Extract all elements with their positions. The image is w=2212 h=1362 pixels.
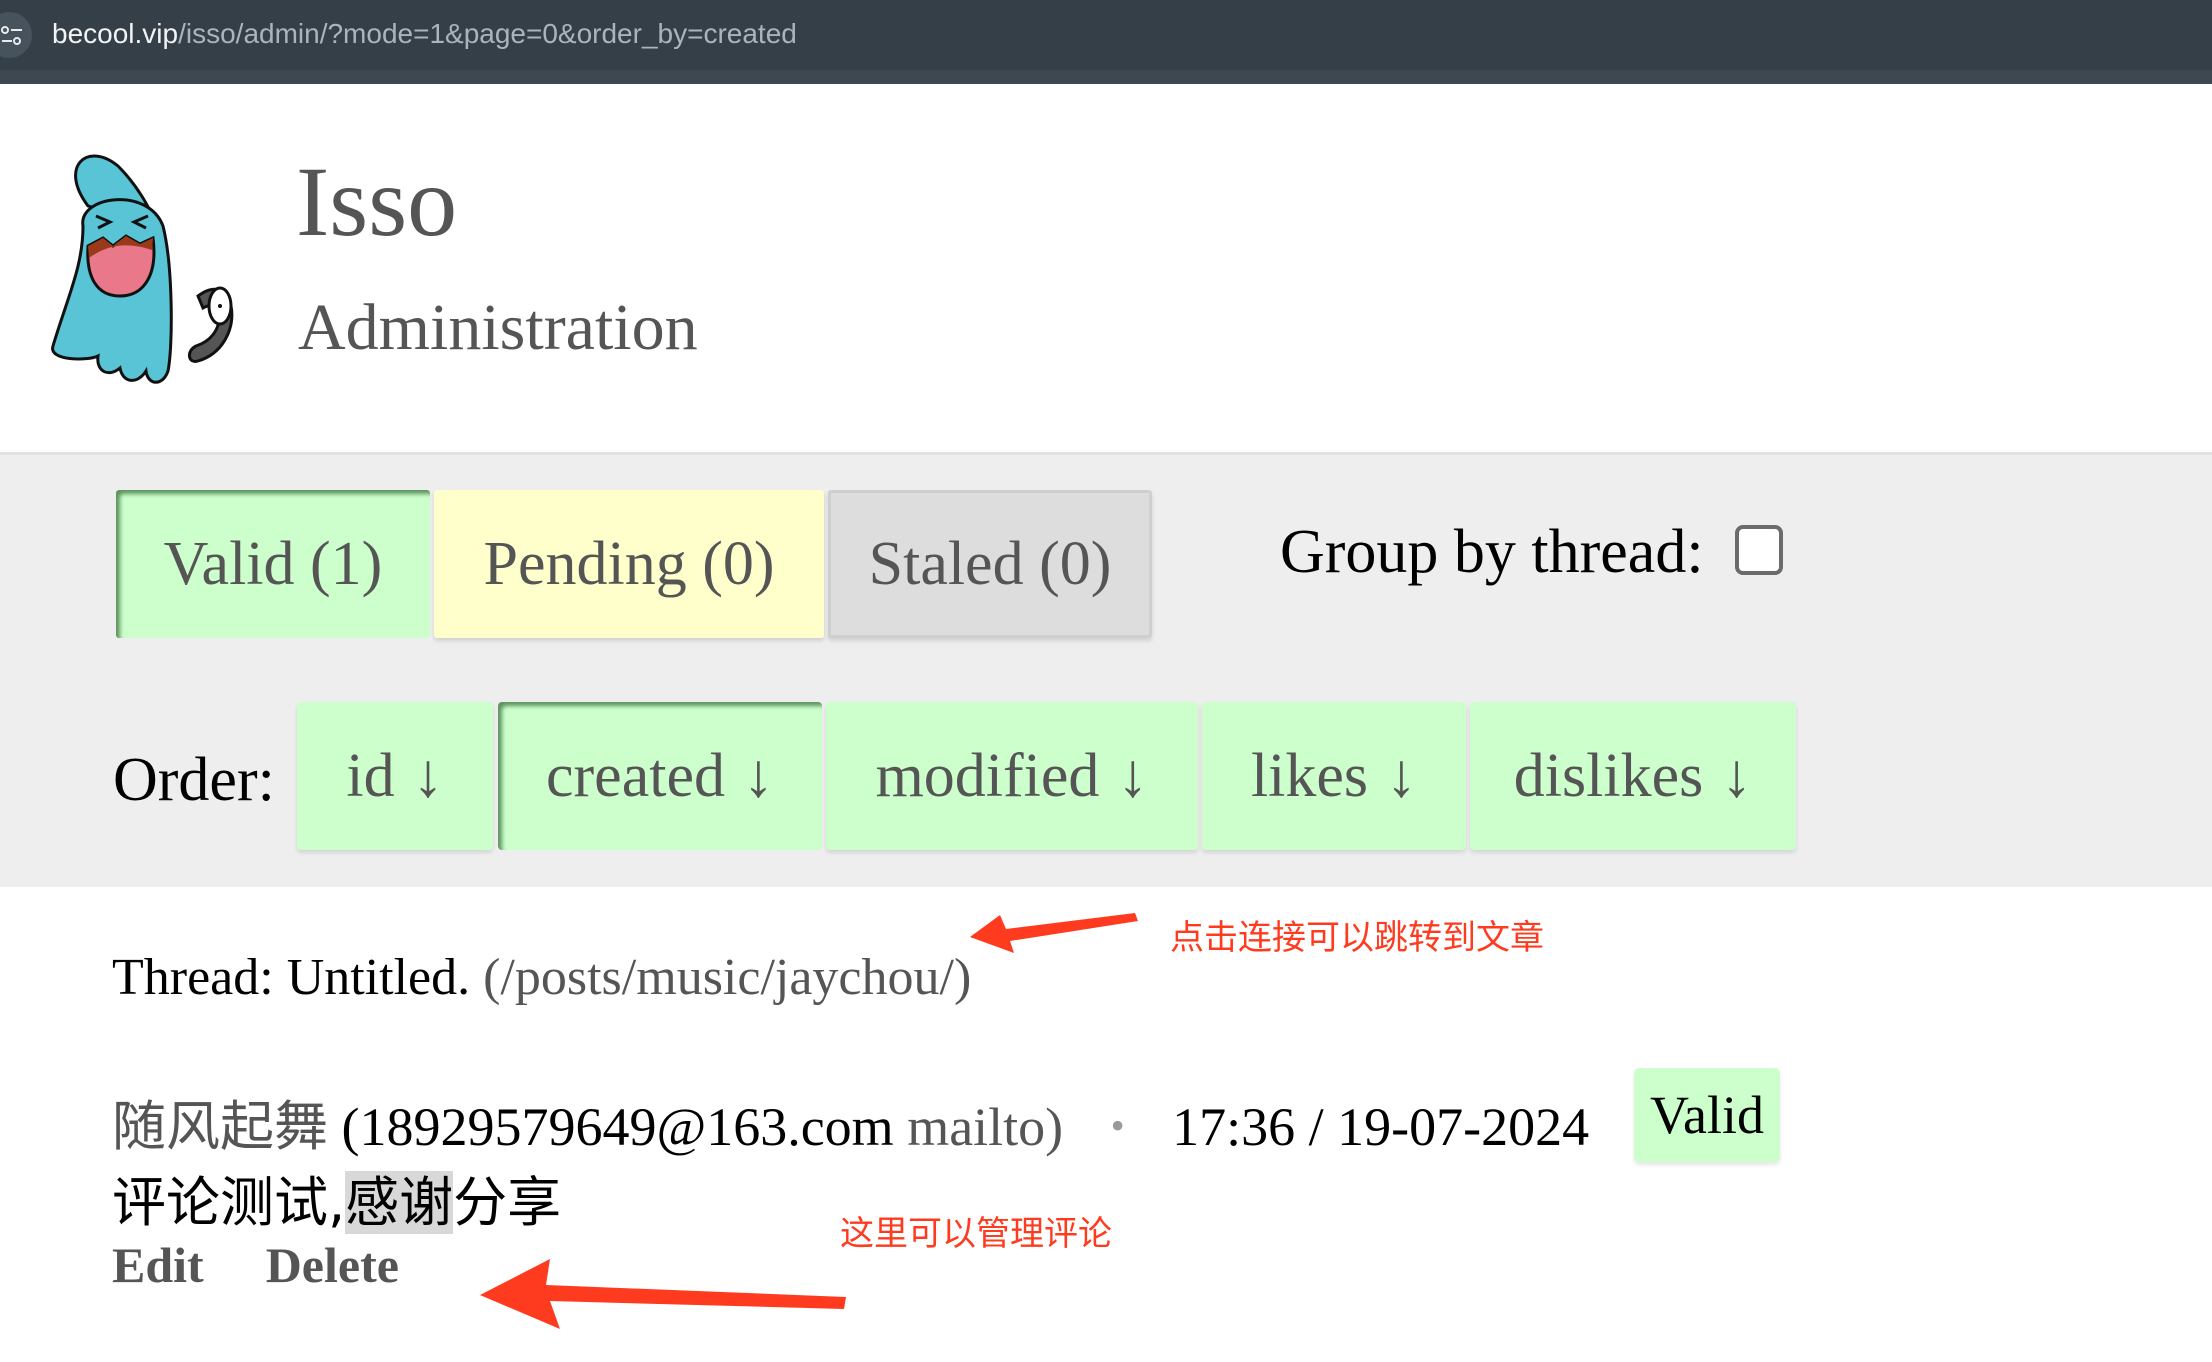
comment-text-part: 分享 xyxy=(453,1171,562,1234)
comment-text-part: 评论测试, xyxy=(112,1171,346,1234)
status-badge: Valid xyxy=(1634,1068,1780,1162)
wooper-mascot-logo xyxy=(51,154,234,384)
comment-meta: 随风起舞 (18929579649@163.com mailto) • 17:3… xyxy=(112,1082,1589,1161)
url-path: /isso/admin/?mode=1&page=0&order_by=crea… xyxy=(178,18,797,49)
delete-button[interactable]: Delete xyxy=(266,1237,399,1293)
tune-icon xyxy=(1,26,22,45)
order-by-created-button[interactable]: created ↓ xyxy=(498,702,822,850)
order-by-id-button[interactable]: id ↓ xyxy=(297,702,493,850)
order-modified-label: modified xyxy=(875,741,1100,810)
tab-pending-label: Pending (0) xyxy=(483,529,775,598)
tab-valid-label: Valid (1) xyxy=(163,529,383,598)
separator-dot: • xyxy=(1110,1103,1125,1148)
annotation-arrow-thread xyxy=(970,913,1138,953)
tab-valid[interactable]: Valid (1) xyxy=(116,490,430,638)
sort-down-arrow-icon: ↓ xyxy=(1117,741,1149,810)
filter-toolbar: Valid (1) Pending (0) Staled (0) Group b… xyxy=(0,452,2212,887)
annotation-thread-note: 点击连接可以跳转到文章 xyxy=(1170,918,1544,958)
comment-email: (18929579649@163.com xyxy=(341,1097,894,1157)
admin-header: Isso Administration xyxy=(0,84,2212,452)
comment-actions: Edit Delete xyxy=(112,1236,399,1294)
page-subtitle: Administration xyxy=(298,291,698,364)
tab-staled[interactable]: Staled (0) xyxy=(828,490,1152,638)
tab-staled-label: Staled (0) xyxy=(868,529,1112,598)
order-likes-label: likes xyxy=(1250,741,1369,810)
site-info-button[interactable] xyxy=(0,12,32,58)
url-host: becool.vip xyxy=(52,18,179,49)
browser-address-bar: becool.vip/isso/admin/?mode=1&page=0&ord… xyxy=(0,0,2212,84)
annotation-arrow-manage xyxy=(480,1259,846,1329)
comment-body: 评论测试,感谢分享 xyxy=(112,1158,561,1237)
mailto-link[interactable]: mailto) xyxy=(907,1097,1063,1157)
order-id-label: id xyxy=(346,741,395,810)
comment-author: 随风起舞 xyxy=(112,1097,328,1157)
order-by-modified-button[interactable]: modified ↓ xyxy=(826,702,1198,850)
sort-down-arrow-icon: ↓ xyxy=(412,741,444,810)
edit-button[interactable]: Edit xyxy=(112,1237,204,1293)
order-by-likes-button[interactable]: likes ↓ xyxy=(1202,702,1466,850)
group-by-thread-label: Group by thread: xyxy=(1280,518,1704,586)
thread-title: Thread: Untitled. xyxy=(112,949,471,1006)
page-title: Isso xyxy=(296,146,458,257)
order-created-label: created xyxy=(546,741,725,810)
group-by-thread-checkbox[interactable] xyxy=(1735,525,1783,575)
order-dislikes-label: dislikes xyxy=(1513,741,1704,810)
sort-down-arrow-icon: ↓ xyxy=(1386,741,1418,810)
thread-link[interactable]: (/posts/music/jaychou/) xyxy=(483,949,971,1006)
annotation-manage-note: 这里可以管理评论 xyxy=(840,1214,1112,1254)
sort-down-arrow-icon: ↓ xyxy=(1721,741,1753,810)
comment-datetime: 17:36 / 19-07-2024 xyxy=(1172,1097,1590,1157)
sort-down-arrow-icon: ↓ xyxy=(742,741,774,810)
url-text[interactable]: becool.vip/isso/admin/?mode=1&page=0&ord… xyxy=(52,18,797,50)
comment-text-highlighted: 感谢 xyxy=(345,1171,454,1234)
thread-heading: Thread: Untitled. (/posts/music/jaychou/… xyxy=(112,948,971,1007)
order-label: Order: xyxy=(113,746,275,814)
tab-pending[interactable]: Pending (0) xyxy=(434,490,824,638)
address-bar-field[interactable]: becool.vip/isso/admin/?mode=1&page=0&ord… xyxy=(0,0,2212,70)
order-by-dislikes-button[interactable]: dislikes ↓ xyxy=(1470,702,1796,850)
